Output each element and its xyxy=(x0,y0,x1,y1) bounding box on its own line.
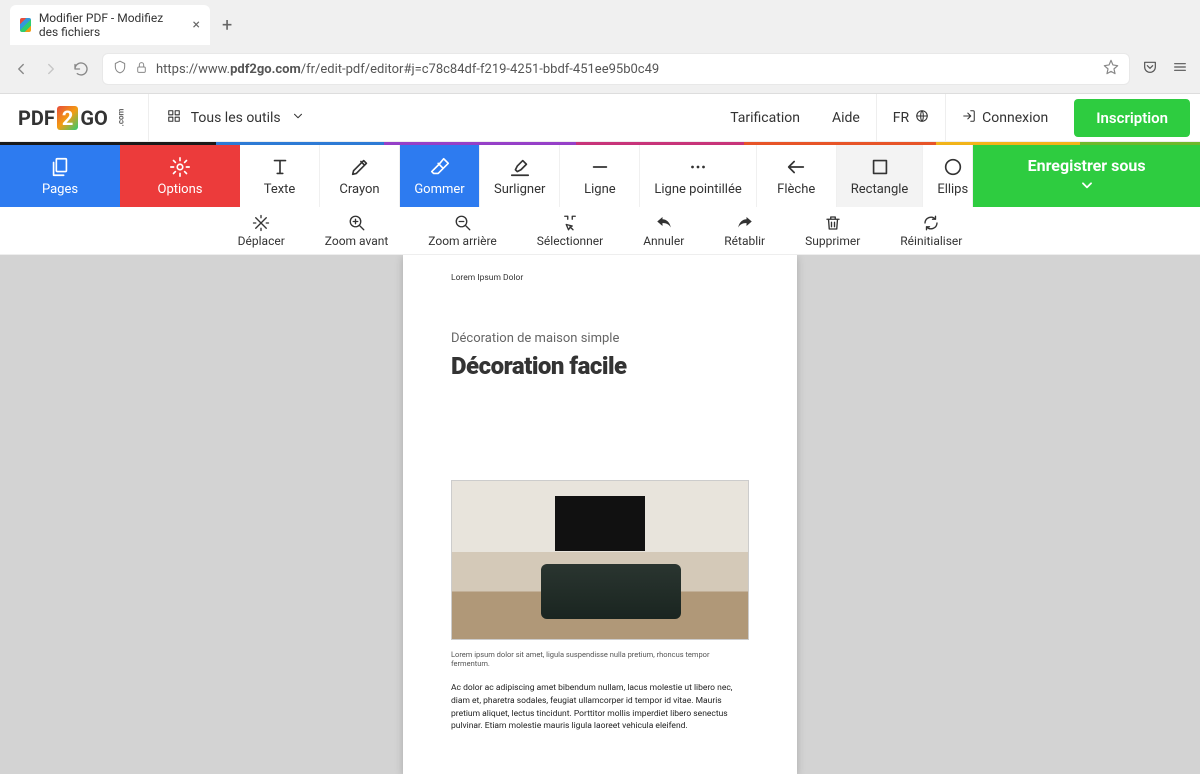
ligne-pointillee-tool[interactable]: Ligne pointillée xyxy=(640,145,756,207)
login-icon xyxy=(962,109,976,127)
doc-title: Décoration facile xyxy=(451,352,749,380)
logo-pdf: PDF xyxy=(18,106,55,130)
pencil-icon xyxy=(349,156,371,178)
rectangle-tool[interactable]: Rectangle xyxy=(837,145,924,207)
arrow-icon xyxy=(785,156,807,178)
logo-go: GO xyxy=(80,106,107,130)
ligne-tool[interactable]: Ligne xyxy=(560,145,640,207)
retablir-button[interactable]: Rétablir xyxy=(704,207,785,254)
ellipse-icon xyxy=(942,156,964,178)
line-icon xyxy=(589,156,611,178)
text-icon xyxy=(269,156,291,178)
aide-link[interactable]: Aide xyxy=(816,110,876,126)
tarification-link[interactable]: Tarification xyxy=(714,110,816,126)
doc-caption: Lorem ipsum dolor sit amet, ligula suspe… xyxy=(451,650,749,668)
doc-header-small: Lorem Ipsum Dolor xyxy=(451,273,749,283)
crayon-tool[interactable]: Crayon xyxy=(320,145,400,207)
pocket-icon[interactable] xyxy=(1142,59,1158,79)
new-tab-button[interactable]: + xyxy=(214,11,240,40)
logo[interactable]: PDF2GO .com xyxy=(0,106,148,130)
options-button[interactable]: Options xyxy=(120,145,240,207)
url-text: https://www.pdf2go.com/fr/edit-pdf/edito… xyxy=(156,62,1095,77)
annuler-button[interactable]: Annuler xyxy=(623,207,704,254)
zoom-arriere-button[interactable]: Zoom arrière xyxy=(408,207,517,254)
selectionner-button[interactable]: Sélectionner xyxy=(517,207,623,254)
pdf-page[interactable]: Lorem Ipsum Dolor Décoration de maison s… xyxy=(403,255,797,774)
chevron-down-icon xyxy=(291,109,305,127)
globe-icon xyxy=(915,109,929,127)
surligner-tool[interactable]: Surligner xyxy=(480,145,560,207)
dashed-line-icon xyxy=(687,156,709,178)
browser-tab[interactable]: Modifier PDF - Modifiez des fichiers × xyxy=(10,5,210,45)
all-tools-label: Tous les outils xyxy=(191,110,281,126)
deplacer-button[interactable]: Déplacer xyxy=(218,207,305,254)
highlighter-icon xyxy=(509,156,531,178)
doc-kicker: Décoration de maison simple xyxy=(451,331,749,346)
browser-tab-bar: Modifier PDF - Modifiez des fichiers × + xyxy=(0,0,1200,45)
shield-icon xyxy=(113,60,127,78)
zoom-out-icon xyxy=(454,214,472,232)
rectangle-icon xyxy=(869,156,891,178)
chevron-down-icon xyxy=(1078,177,1096,196)
move-icon xyxy=(252,214,270,232)
address-bar[interactable]: https://www.pdf2go.com/fr/edit-pdf/edito… xyxy=(102,53,1130,85)
all-tools-dropdown[interactable]: Tous les outils xyxy=(149,109,323,127)
reload-button[interactable] xyxy=(72,60,90,78)
supprimer-button[interactable]: Supprimer xyxy=(785,207,880,254)
zoom-in-icon xyxy=(348,214,366,232)
gommer-tool[interactable]: Gommer xyxy=(400,145,480,207)
gear-icon xyxy=(169,156,191,178)
menu-icon[interactable] xyxy=(1172,59,1188,79)
undo-icon xyxy=(655,214,673,232)
zoom-avant-button[interactable]: Zoom avant xyxy=(305,207,409,254)
close-icon[interactable]: × xyxy=(193,17,200,33)
fleche-tool[interactable]: Flèche xyxy=(757,145,837,207)
trash-icon xyxy=(824,214,842,232)
favicon-icon xyxy=(20,18,31,32)
tab-title: Modifier PDF - Modifiez des fichiers xyxy=(39,11,185,39)
doc-body: Ac dolor ac adipiscing amet bibendum nul… xyxy=(451,682,749,733)
eraser-icon xyxy=(429,156,451,178)
redo-icon xyxy=(736,214,754,232)
doc-photo xyxy=(451,480,749,640)
pages-icon xyxy=(49,156,71,178)
save-button[interactable]: Enregistrer sous xyxy=(973,145,1200,207)
language-selector[interactable]: FR xyxy=(877,109,945,127)
grid-icon xyxy=(167,109,181,127)
select-icon xyxy=(561,214,579,232)
canvas-area[interactable]: Lorem Ipsum Dolor Décoration de maison s… xyxy=(0,255,1200,774)
bookmark-star-icon[interactable] xyxy=(1103,59,1119,79)
lock-icon xyxy=(135,61,148,78)
inscription-button[interactable]: Inscription xyxy=(1074,99,1190,137)
logo-two: 2 xyxy=(57,106,78,130)
reset-icon xyxy=(922,214,940,232)
forward-button[interactable] xyxy=(42,60,60,78)
logo-com: .com xyxy=(116,109,125,127)
ellipse-tool[interactable]: Ellips xyxy=(923,145,973,207)
reinitialiser-button[interactable]: Réinitialiser xyxy=(880,207,982,254)
connexion-link[interactable]: Connexion xyxy=(946,109,1064,127)
pages-button[interactable]: Pages xyxy=(0,145,120,207)
texte-tool[interactable]: Texte xyxy=(240,145,320,207)
back-button[interactable] xyxy=(12,60,30,78)
